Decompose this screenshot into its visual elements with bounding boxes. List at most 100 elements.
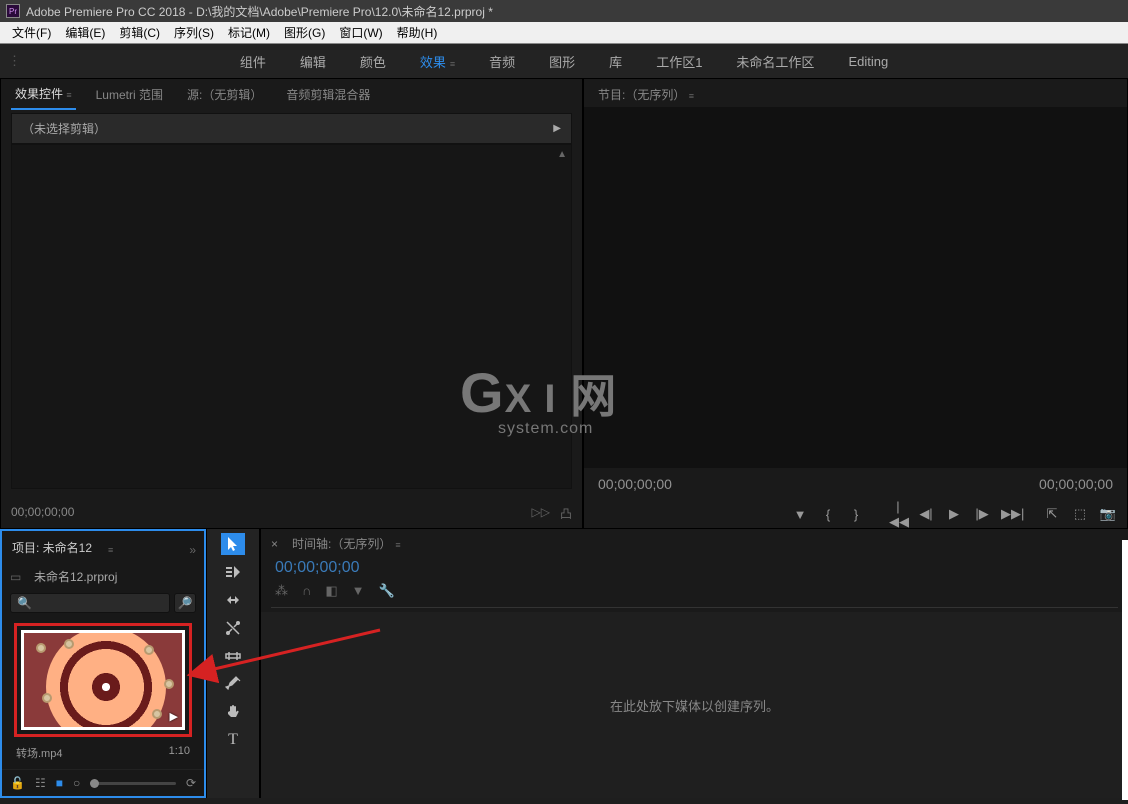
timeline-panel: × 时间轴:（无序列）≡ 00;00;00;00 ⁂ ∩ ◧ ▼ 🔧 在此处放下… bbox=[260, 529, 1128, 798]
list-view-icon[interactable]: ☷ bbox=[35, 776, 46, 790]
program-timecode-right: 00;00;00;00 bbox=[1039, 476, 1113, 492]
workspace-tab-libraries[interactable]: 库 bbox=[609, 44, 622, 79]
program-timecode-left[interactable]: 00;00;00;00 bbox=[598, 476, 672, 492]
window-title: Adobe Premiere Pro CC 2018 - D:\我的文档\Ado… bbox=[26, 3, 493, 20]
effect-controls-body: ▲ bbox=[11, 144, 572, 489]
export-frame-icon[interactable]: 📷 bbox=[1099, 506, 1117, 522]
mark-in-icon[interactable]: { bbox=[819, 507, 837, 522]
panel-menu-icon[interactable]: ≡ bbox=[108, 545, 113, 555]
zoom-out-icon[interactable]: ○ bbox=[73, 776, 80, 790]
menu-help[interactable]: 帮助(H) bbox=[391, 22, 444, 43]
go-to-out-icon[interactable]: ▶▶| bbox=[1001, 506, 1019, 522]
step-forward-icon[interactable]: |▶ bbox=[973, 506, 991, 522]
timeline-drop-area[interactable]: 在此处放下媒体以创建序列。 bbox=[261, 612, 1128, 798]
bin-icon: ▭ bbox=[10, 570, 26, 584]
workspace-tab-custom1[interactable]: 工作区1 bbox=[656, 44, 702, 79]
find-icon: 🔎 bbox=[178, 596, 193, 610]
project-search-input[interactable]: 🔍 bbox=[10, 593, 170, 613]
selection-tool[interactable] bbox=[221, 533, 245, 555]
timeline-settings-icon[interactable]: ▼ bbox=[352, 583, 365, 599]
slip-tool[interactable] bbox=[221, 645, 245, 667]
loop-icon[interactable]: 凸 bbox=[560, 505, 572, 522]
linked-selection-icon[interactable]: ∩ bbox=[302, 583, 311, 599]
timeline-timecode[interactable]: 00;00;00;00 bbox=[271, 559, 1118, 577]
type-tool[interactable]: T bbox=[221, 729, 245, 751]
play-toggle-icon[interactable]: ▷▷ bbox=[532, 505, 550, 522]
tab-lumetri-scopes[interactable]: Lumetri 范围 bbox=[92, 82, 167, 109]
track-select-tool[interactable] bbox=[221, 561, 245, 583]
project-panel: 项目: 未命名12 ≡ » ▭ 未命名12.prproj 🔍 🔎 bbox=[0, 529, 206, 798]
effect-controls-header: （未选择剪辑） ▶ bbox=[11, 113, 572, 144]
play-icon[interactable]: ▶ bbox=[945, 506, 963, 522]
timeline-drop-hint: 在此处放下媒体以创建序列。 bbox=[610, 696, 779, 715]
crop-edge bbox=[1122, 540, 1128, 800]
tab-project[interactable]: 项目: 未命名12 bbox=[10, 535, 94, 564]
dropdown-icon: ≡ bbox=[450, 59, 455, 69]
program-transport-controls: ▼ { } |◀◀ ◀| ▶ |▶ ▶▶| ⇱ ⬚ 📷 bbox=[584, 500, 1127, 528]
clip-name[interactable]: 转场.mp4 bbox=[16, 745, 62, 761]
workspace-tab-color[interactable]: 颜色 bbox=[360, 44, 386, 79]
step-back-icon[interactable]: ◀| bbox=[917, 506, 935, 522]
workspace-tab-effects[interactable]: 效果≡ bbox=[420, 44, 455, 79]
app-icon: Pr bbox=[6, 4, 20, 18]
panel-menu-icon[interactable]: ≡ bbox=[689, 91, 694, 101]
workspace-tab-editing[interactable]: Editing bbox=[848, 46, 888, 77]
tools-panel: T bbox=[206, 529, 260, 798]
overflow-icon[interactable]: » bbox=[189, 543, 196, 557]
razor-tool[interactable] bbox=[221, 617, 245, 639]
no-clip-selected-label: （未选择剪辑） bbox=[22, 120, 106, 137]
menu-bar: 文件(F) 编辑(E) 剪辑(C) 序列(S) 标记(M) 图形(G) 窗口(W… bbox=[0, 22, 1128, 44]
program-monitor-viewport[interactable] bbox=[584, 107, 1127, 468]
wrench-icon[interactable]: 🔧 bbox=[379, 583, 395, 599]
source-timecode[interactable]: 00;00;00;00 bbox=[11, 505, 74, 522]
panel-menu-icon[interactable]: ≡ bbox=[395, 540, 400, 550]
ripple-edit-tool[interactable] bbox=[221, 589, 245, 611]
workspace-tab-audio[interactable]: 音频 bbox=[489, 44, 515, 79]
menu-edit[interactable]: 编辑(E) bbox=[59, 22, 111, 43]
writable-icon[interactable]: 🔓 bbox=[10, 776, 25, 790]
tab-program-monitor[interactable]: 节目:（无序列） ≡ bbox=[594, 82, 698, 109]
snap-icon[interactable]: ⁂ bbox=[275, 583, 288, 599]
window-title-bar: Pr Adobe Premiere Pro CC 2018 - D:\我的文档\… bbox=[0, 0, 1128, 22]
mark-out-icon[interactable]: } bbox=[847, 507, 865, 522]
project-search-button[interactable]: 🔎 bbox=[174, 593, 196, 613]
workspace-tab-assembly[interactable]: 组件 bbox=[240, 44, 266, 79]
extract-icon[interactable]: ⬚ bbox=[1071, 506, 1089, 522]
close-tab-icon[interactable]: × bbox=[271, 537, 278, 551]
clip-duration: 1:10 bbox=[169, 745, 190, 761]
source-panel: 效果控件 ≡ Lumetri 范围 源:（无剪辑） 音频剪辑混合器 （未选择剪辑… bbox=[0, 78, 583, 529]
thumbnail-zoom-slider[interactable] bbox=[90, 782, 176, 785]
tab-effect-controls[interactable]: 效果控件 ≡ bbox=[11, 81, 76, 110]
clip-thumbnail[interactable]: ▶ bbox=[21, 630, 185, 730]
project-filename: 未命名12.prproj bbox=[34, 568, 117, 585]
menu-graphics[interactable]: 图形(G) bbox=[278, 22, 331, 43]
panel-menu-icon[interactable]: ≡ bbox=[66, 90, 71, 100]
add-marker-icon[interactable]: ▼ bbox=[791, 507, 809, 522]
lift-icon[interactable]: ⇱ bbox=[1043, 506, 1061, 522]
menu-file[interactable]: 文件(F) bbox=[6, 22, 57, 43]
workspace-tabs: ⋮ 组件 编辑 颜色 效果≡ 音频 图形 库 工作区1 未命名工作区 Editi… bbox=[0, 44, 1128, 78]
play-overlay-icon: ▶ bbox=[170, 710, 178, 723]
workspace-tab-graphics[interactable]: 图形 bbox=[549, 44, 575, 79]
clip-thumbnail-highlight: ▶ bbox=[14, 623, 192, 737]
menu-sequence[interactable]: 序列(S) bbox=[168, 22, 220, 43]
menu-clip[interactable]: 剪辑(C) bbox=[113, 22, 166, 43]
menu-marker[interactable]: 标记(M) bbox=[222, 22, 276, 43]
tab-timeline[interactable]: 时间轴:（无序列）≡ bbox=[288, 531, 405, 558]
pen-tool[interactable] bbox=[221, 673, 245, 695]
icon-view-icon[interactable]: ■ bbox=[56, 776, 63, 790]
chevron-right-icon[interactable]: ▶ bbox=[553, 123, 561, 134]
search-icon: 🔍 bbox=[17, 596, 32, 610]
go-to-in-icon[interactable]: |◀◀ bbox=[889, 499, 907, 530]
tab-source-monitor[interactable]: 源:（无剪辑） bbox=[183, 82, 266, 109]
hand-tool[interactable] bbox=[221, 701, 245, 723]
menu-window[interactable]: 窗口(W) bbox=[333, 22, 388, 43]
workspace-tab-editing-cn[interactable]: 编辑 bbox=[300, 44, 326, 79]
workspace-tab-unnamed[interactable]: 未命名工作区 bbox=[736, 44, 814, 79]
tab-audio-clip-mixer[interactable]: 音频剪辑混合器 bbox=[282, 82, 374, 109]
scroll-up-icon[interactable]: ▲ bbox=[557, 149, 567, 160]
sort-icon[interactable]: ⟳ bbox=[186, 776, 196, 790]
program-panel: 节目:（无序列） ≡ 00;00;00;00 00;00;00;00 ▼ { }… bbox=[583, 78, 1128, 529]
grip-icon[interactable]: ⋮ bbox=[8, 53, 21, 69]
add-marker-icon[interactable]: ◧ bbox=[325, 583, 337, 599]
